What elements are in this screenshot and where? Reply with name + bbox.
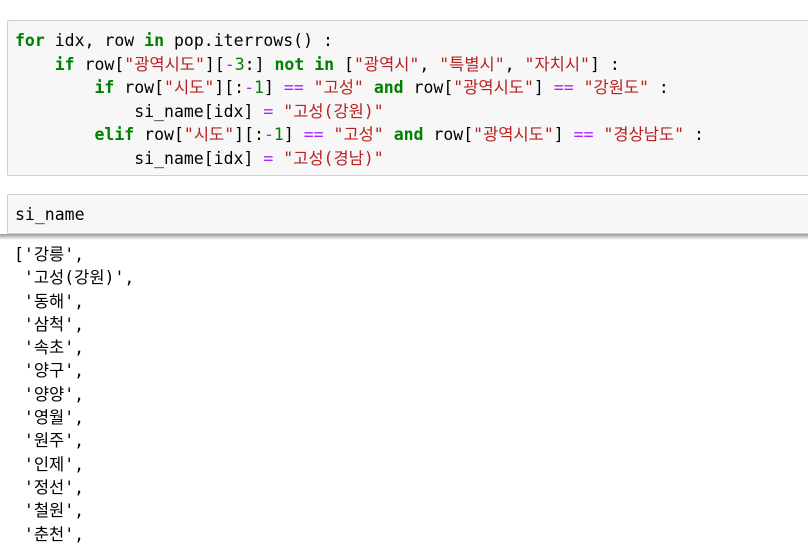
- code-editor-1[interactable]: for idx, row in pop.iterrows() : if row[…: [15, 29, 704, 170]
- output-line: '춘천',: [14, 524, 85, 544]
- output-line: '양구',: [14, 361, 85, 381]
- output-line: '철원',: [14, 501, 85, 521]
- code-line: for idx, row in pop.iterrows() :: [15, 31, 333, 50]
- code-line: si_name[idx] = "고성(강원)": [15, 101, 384, 121]
- output-line: '동해',: [14, 291, 85, 311]
- output-line: '양양',: [14, 384, 85, 404]
- output-line: '속초',: [14, 338, 85, 358]
- code-line: elif row["시도"][:-1] == "고성" and row["광역시…: [94, 125, 704, 144]
- output-line: ['강릉',: [14, 245, 85, 264]
- code-line: if row["광역시도"][-3:] not in ["광역시", "특별시"…: [54, 54, 620, 74]
- output-line: '인제',: [14, 454, 85, 474]
- code-cell-1[interactable]: for idx, row in pop.iterrows() : if row[…: [7, 20, 808, 176]
- output-line: '원주',: [14, 431, 85, 451]
- cell-output: ['강릉', '고성(강원)', '동해', '삼척', '속초', '양구',…: [14, 243, 134, 546]
- output-line: '영월',: [14, 408, 85, 428]
- output-scroll-shadow: [0, 234, 808, 240]
- code-line: si_name[idx] = "고성(경남)": [15, 148, 384, 168]
- output-line: '고성(강원)',: [14, 268, 135, 288]
- code-cell-2[interactable]: si_name: [7, 194, 808, 234]
- output-line: '정선',: [14, 477, 85, 497]
- code-line: if row["시도"][:-1] == "고성" and row["광역시도"…: [94, 78, 669, 97]
- output-line: '삼척',: [14, 314, 85, 334]
- code-editor-2[interactable]: si_name: [15, 203, 85, 227]
